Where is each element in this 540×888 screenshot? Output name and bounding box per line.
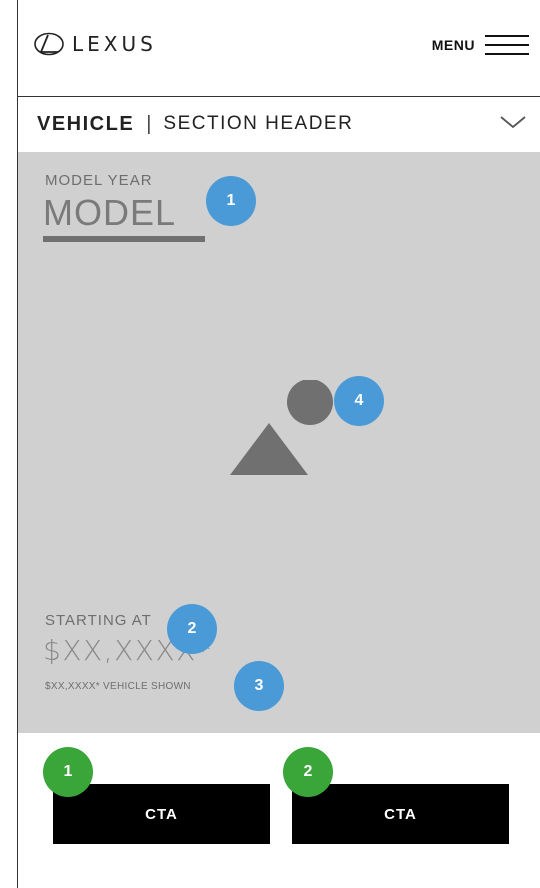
section-divider: | <box>146 112 152 135</box>
model-underline <box>43 236 205 242</box>
lexus-logo[interactable]: LEXUS <box>34 30 157 58</box>
model-year-label: MODEL YEAR <box>45 172 153 189</box>
annotation-badge-1: 1 <box>206 176 256 226</box>
menu-label: MENU <box>431 37 475 53</box>
chevron-down-icon[interactable] <box>499 112 527 132</box>
section-title: SECTION HEADER <box>163 113 354 134</box>
annotation-badge-green-2: 2 <box>283 747 333 797</box>
cta-button-1[interactable]: CTA <box>53 784 270 844</box>
section-header-bar[interactable]: VEHICLE | SECTION HEADER <box>18 96 540 153</box>
annotation-badge-green-1: 1 <box>43 747 93 797</box>
annotation-badge-4: 4 <box>334 376 384 426</box>
brand-wordmark: LEXUS <box>72 32 157 56</box>
vehicle-label: VEHICLE <box>37 112 135 135</box>
page-frame: LEXUS MENU VEHICLE | SECTION HEADER MODE… <box>17 0 540 888</box>
image-placeholder-icon <box>230 380 333 475</box>
menu-button[interactable]: MENU <box>432 30 529 60</box>
annotation-badge-3: 3 <box>234 661 284 711</box>
vehicle-shown-disclaimer: $XX,XXXX* VEHICLE SHOWN <box>45 681 191 692</box>
global-header: LEXUS MENU <box>18 0 540 97</box>
lexus-emblem-icon <box>34 32 64 56</box>
starting-at-label: STARTING AT <box>45 612 152 629</box>
cta-button-2[interactable]: CTA <box>292 784 509 844</box>
hamburger-icon <box>485 35 529 55</box>
annotation-badge-2: 2 <box>167 604 217 654</box>
hero-panel: MODEL YEAR MODEL 1 4 STARTING AT $XX,XXX… <box>18 152 540 733</box>
model-name: MODEL <box>43 192 177 233</box>
